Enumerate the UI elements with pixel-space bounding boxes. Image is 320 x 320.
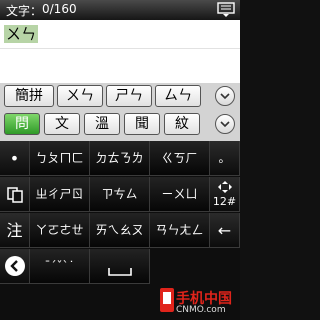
key-row-4: ˉˊˇˋ˙ xyxy=(0,249,240,285)
key-period[interactable]: 。 xyxy=(210,141,240,176)
character-counter: 0/160 xyxy=(42,2,77,16)
title-bar: 文字： 0/160 xyxy=(0,0,240,20)
text-input-area[interactable]: ㄨㄣ xyxy=(0,20,240,83)
direction-pad-key[interactable]: 12# xyxy=(210,177,240,212)
key-row-3: 注 ㄚㄛㄜㄝ ㄞㄟㄠㄡ ㄢㄣㄤㄥ ← xyxy=(0,213,240,249)
chevron-down-icon[interactable] xyxy=(215,114,235,134)
key-zcsr[interactable]: ㄓㄔㄕㄖ xyxy=(30,177,90,212)
key-a-o-e[interactable]: ㄚㄛㄜㄝ xyxy=(30,213,90,248)
space-icon xyxy=(107,268,132,276)
key-bpmf[interactable]: ㄅㄆㄇㄈ xyxy=(30,141,90,176)
key-dot[interactable]: • xyxy=(0,141,30,176)
key-tones[interactable]: ˉˊˇˋ˙ xyxy=(30,249,90,284)
candidate-3[interactable]: 溫 xyxy=(84,113,120,135)
key-row-2: ㄓㄔㄕㄖ ㄗㄘㄙ ㄧㄨㄩ 12# xyxy=(0,177,240,213)
backspace-key[interactable]: ← xyxy=(210,213,240,248)
zhuyin-option-3[interactable]: ㄙㄣ xyxy=(155,85,201,107)
numeric-mode-label: 12# xyxy=(212,195,237,208)
candidate-1[interactable]: 問 xyxy=(4,113,40,135)
logo-icon xyxy=(160,288,174,312)
key-dtnl[interactable]: ㄉㄊㄋㄌ xyxy=(90,141,150,176)
text-label: 文字： xyxy=(6,4,43,18)
candidate-4[interactable]: 聞 xyxy=(124,113,160,135)
key-iuv[interactable]: ㄧㄨㄩ xyxy=(150,177,210,212)
copy-paste-icon[interactable] xyxy=(0,177,30,212)
zhuyin-keyboard: • ㄅㄆㄇㄈ ㄉㄊㄋㄌ ㄍㄎㄏ 。 ㄓㄔㄕㄖ ㄗㄘㄙ ㄧㄨㄩ 12# 注 ㄚㄛㄜ… xyxy=(0,141,240,320)
zhuyin-option-1[interactable]: ㄨㄣ xyxy=(57,85,103,107)
key-gkh[interactable]: ㄍㄎㄏ xyxy=(150,141,210,176)
key-zcs[interactable]: ㄗㄘㄙ xyxy=(90,177,150,212)
candidate-5[interactable]: 紋 xyxy=(164,113,200,135)
key-row-1: • ㄅㄆㄇㄈ ㄉㄊㄋㄌ ㄍㄎㄏ 。 xyxy=(0,141,240,177)
editor-divider xyxy=(0,48,240,49)
watermark: 手机中国 CNMO.com xyxy=(160,287,238,319)
candidate-2[interactable]: 文 xyxy=(44,113,80,135)
jianpin-button[interactable]: 簡拼 xyxy=(4,85,54,107)
keyboard-menu-icon[interactable] xyxy=(217,2,235,18)
key-ai-ei-ao-ou[interactable]: ㄞㄟㄠㄡ xyxy=(90,213,150,248)
chevron-down-icon[interactable] xyxy=(215,86,235,106)
composing-text: ㄨㄣ xyxy=(4,25,39,43)
pinyin-row: 簡拼 ㄨㄣ ㄕㄣ ㄙㄣ xyxy=(0,85,240,109)
space-key[interactable] xyxy=(90,249,150,284)
candidate-panel: 簡拼 ㄨㄣ ㄕㄣ ㄙㄣ 問 文 溫 聞 紋 xyxy=(0,83,240,141)
direction-pad-icon xyxy=(217,181,232,193)
key-an-en-ang-eng[interactable]: ㄢㄣㄤㄥ xyxy=(150,213,210,248)
back-arrow-icon[interactable] xyxy=(0,249,30,284)
watermark-url: CNMO.com xyxy=(176,305,226,315)
candidate-row: 問 文 溫 聞 紋 xyxy=(0,113,240,137)
zhuyin-mode-key[interactable]: 注 xyxy=(0,213,30,248)
zhuyin-option-2[interactable]: ㄕㄣ xyxy=(106,85,152,107)
